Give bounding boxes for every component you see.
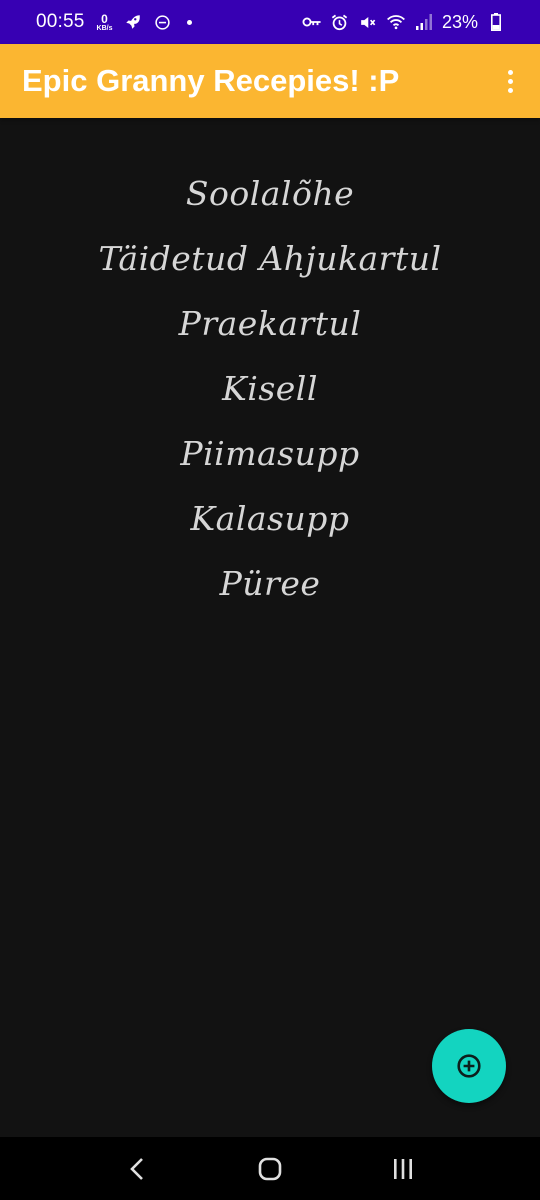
recipe-item[interactable]: Täidetud Ahjukartul (0, 226, 540, 291)
recipe-item[interactable]: Kisell (0, 356, 540, 421)
status-right: 23% (302, 12, 506, 33)
app-title: Epic Granny Recepies! :P (22, 63, 400, 98)
recipe-item[interactable]: Praekartul (0, 291, 540, 356)
recents-icon[interactable] (383, 1149, 423, 1189)
status-time: 00:55 (36, 11, 85, 32)
vpn-key-icon (302, 12, 322, 32)
app-bar: Epic Granny Recepies! :P (0, 44, 540, 118)
rocket-icon (123, 12, 143, 32)
recipe-item[interactable]: Piimasupp (0, 421, 540, 486)
net-speed-indicator: 0 KB/s (97, 13, 113, 32)
recipe-list: Soolalõhe Täidetud Ahjukartul Praekartul… (0, 161, 540, 616)
net-speed-unit: KB/s (96, 24, 113, 32)
navigation-bar (0, 1137, 540, 1200)
wifi-icon (386, 12, 406, 32)
alarm-icon (330, 12, 350, 32)
recipe-item[interactable]: Soolalõhe (0, 161, 540, 226)
notification-dot-icon (186, 19, 192, 25)
do-not-disturb-icon (153, 12, 173, 32)
recipe-item[interactable]: Kalasupp (0, 486, 540, 551)
signal-icon (414, 12, 434, 32)
battery-percent: 23% (441, 11, 478, 32)
status-left: 00:55 0 KB/s (36, 11, 192, 33)
mute-icon (358, 12, 378, 32)
overflow-dot (507, 69, 513, 75)
recipe-item[interactable]: Püree (0, 551, 540, 616)
app-screen: 00:55 0 KB/s 23% Epic Granny Recepies!:… (0, 0, 540, 1200)
battery-icon (486, 12, 506, 32)
net-speed-value: 0 (101, 11, 108, 26)
add-circle-icon (456, 1053, 482, 1079)
status-bar: 00:55 0 KB/s 23% (0, 0, 540, 44)
overflow-dot (507, 78, 513, 84)
overflow-menu-icon[interactable] (498, 61, 522, 101)
back-icon[interactable] (117, 1149, 157, 1189)
overflow-dot (507, 87, 513, 93)
add-recipe-button[interactable] (432, 1029, 506, 1103)
home-icon[interactable] (250, 1149, 290, 1189)
